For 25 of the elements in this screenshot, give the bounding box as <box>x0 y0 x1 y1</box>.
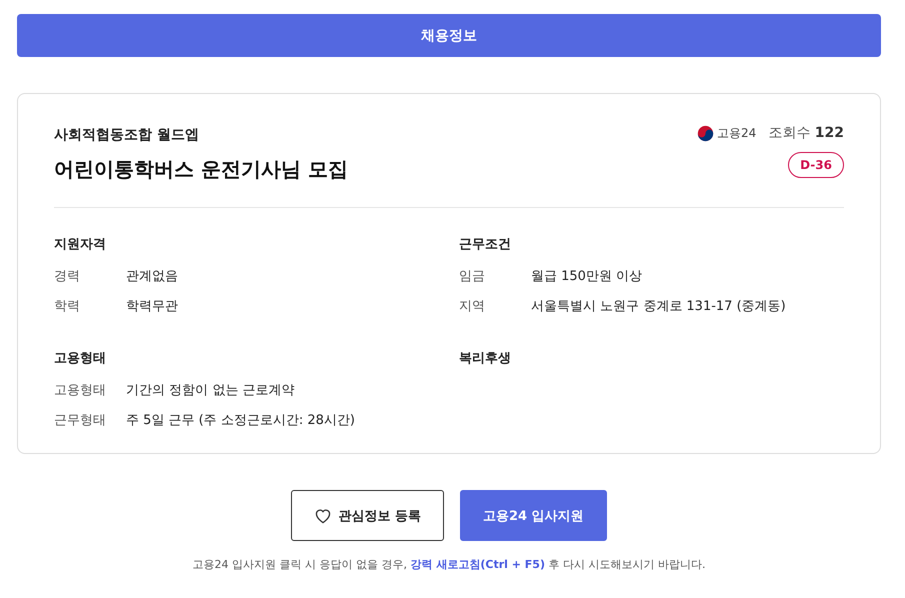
section-heading: 지원자격 <box>54 236 107 253</box>
field-label: 임금 <box>459 268 486 285</box>
deadline-badge: D-36 <box>788 152 844 178</box>
favorite-button[interactable]: 관심정보 등록 <box>291 490 444 541</box>
field-value: 관계없음 <box>126 268 178 285</box>
job-title: 어린이통학버스 운전기사님 모집 <box>54 156 348 183</box>
source-label: 고용24 <box>717 124 756 142</box>
field-label: 학력 <box>54 298 81 315</box>
field-value: 주 5일 근무 (주 소정근로시간: 28시간) <box>126 412 355 429</box>
apply-button[interactable]: 고용24 입사지원 <box>460 490 607 541</box>
field-label: 지역 <box>459 298 486 315</box>
field-label: 고용형태 <box>54 382 107 399</box>
field-value: 서울특별시 노원구 중계로 131-17 (중계동) <box>531 298 786 315</box>
section-heading: 복리후생 <box>459 350 512 367</box>
section-heading: 근무조건 <box>459 236 512 253</box>
header-title: 채용정보 <box>421 26 477 44</box>
help-note: 고용24 입사지원 클릭 시 응답이 없을 경우, 강력 새로고침(Ctrl + F5) 후 다시 시도해보시기 바랍니다. <box>192 557 706 572</box>
field-value: 기간의 정함이 없는 근로계약 <box>126 382 294 399</box>
view-count: 조회수 122 <box>768 124 844 142</box>
field-label: 경력 <box>54 268 81 285</box>
section-heading: 고용형태 <box>54 350 107 367</box>
field-label: 근무형태 <box>54 412 107 429</box>
field-value: 월급 150만원 이상 <box>531 268 642 285</box>
field-value: 학력무관 <box>126 298 178 315</box>
company-name: 사회적협동조합 월드엡 <box>54 126 200 144</box>
